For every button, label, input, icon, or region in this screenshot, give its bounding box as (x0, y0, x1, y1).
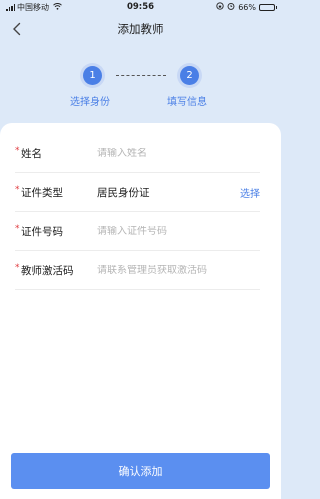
back-button[interactable] (6, 18, 28, 40)
chevron-left-icon (13, 22, 21, 36)
activation-code-row: * 教师激活码 (15, 251, 260, 290)
page-title: 添加教师 (117, 22, 164, 36)
step-connector (116, 75, 166, 76)
stepper: 1 2 选择身份 填写信息 (0, 63, 281, 113)
confirm-add-button[interactable]: 确认添加 (11, 453, 270, 489)
step-1-circle: 1 (83, 66, 102, 85)
battery-icon (259, 3, 277, 11)
id-number-input[interactable] (97, 225, 260, 237)
step-2-circle: 2 (180, 66, 199, 85)
status-time: 09:56 (126, 2, 155, 12)
id-type-select-link[interactable]: 选择 (240, 185, 260, 200)
id-number-label: 证件号码 (21, 225, 63, 238)
nav-bar: 添加教师 (0, 14, 281, 44)
name-label: 姓名 (21, 147, 42, 160)
status-bar: 中国移动 09:56 66% (0, 0, 281, 14)
id-type-value: 居民身份证 (97, 186, 150, 199)
activation-code-label: 教师激活码 (21, 264, 74, 277)
step-1-label: 选择身份 (70, 97, 110, 108)
activation-code-input[interactable] (97, 264, 260, 276)
id-type-row[interactable]: * 证件类型 居民身份证 选择 (15, 173, 260, 212)
name-row: * 姓名 (15, 134, 260, 173)
name-input[interactable] (97, 147, 260, 159)
id-type-label: 证件类型 (21, 186, 63, 199)
step-2-label: 填写信息 (167, 97, 207, 108)
id-number-row: * 证件号码 (15, 212, 260, 251)
